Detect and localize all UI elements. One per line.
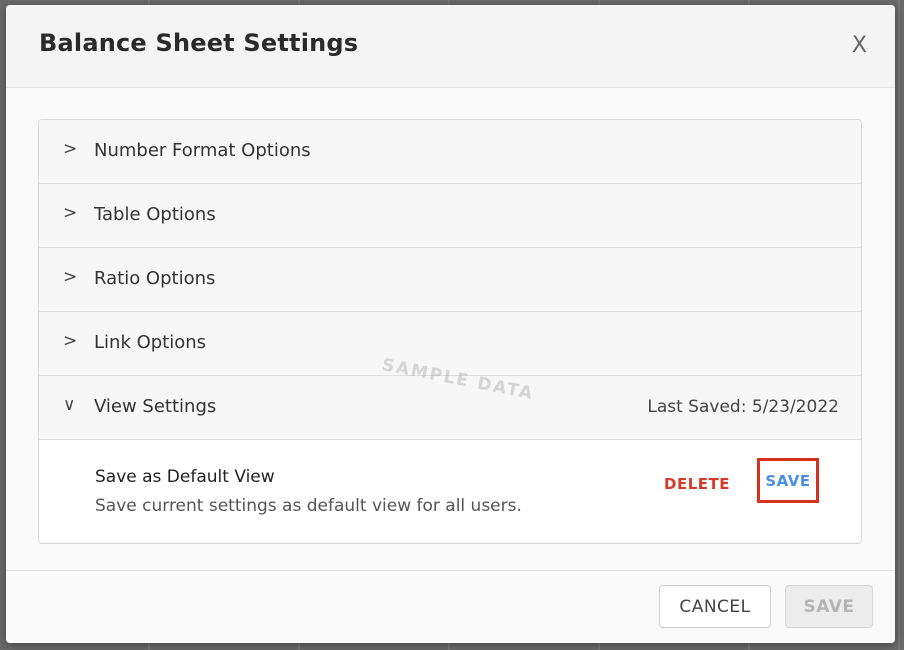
chevron-right-icon: > xyxy=(63,203,78,223)
dialog-header: Balance Sheet Settings X xyxy=(6,5,895,88)
chevron-right-icon: > xyxy=(63,139,78,159)
accordion-label: View Settings xyxy=(94,396,217,417)
accordion-label: Table Options xyxy=(94,204,216,225)
accordion-table-options[interactable]: > Table Options xyxy=(39,184,861,248)
default-view-description: Save current settings as default view fo… xyxy=(95,496,522,516)
delete-default-view-button[interactable]: DELETE xyxy=(664,475,730,493)
accordion-label: Link Options xyxy=(94,332,207,353)
chevron-right-icon: > xyxy=(63,331,78,351)
save-default-view-button[interactable]: SAVE xyxy=(757,458,819,503)
chevron-down-icon: ∨ xyxy=(63,395,76,415)
save-button[interactable]: SAVE xyxy=(785,585,873,628)
accordion-label: Ratio Options xyxy=(94,268,216,289)
accordion-link-options[interactable]: > Link Options xyxy=(39,312,861,376)
last-saved-text: Last Saved: 5/23/2022 xyxy=(647,397,839,417)
accordion-label: Number Format Options xyxy=(94,140,311,161)
accordion-ratio-options[interactable]: > Ratio Options xyxy=(39,248,861,312)
chevron-right-icon: > xyxy=(63,267,78,287)
settings-accordion: > Number Format Options > Table Options … xyxy=(38,119,862,544)
settings-dialog: Balance Sheet Settings X > Number Format… xyxy=(6,5,895,643)
default-view-title: Save as Default View xyxy=(95,467,275,487)
dialog-footer: CANCEL SAVE xyxy=(6,570,895,643)
dialog-title: Balance Sheet Settings xyxy=(39,29,359,57)
accordion-view-settings[interactable]: ∨ View Settings Last Saved: 5/23/2022 xyxy=(39,376,861,440)
view-settings-panel: Save as Default View Save current settin… xyxy=(39,440,861,542)
close-icon[interactable]: X xyxy=(852,33,867,58)
accordion-number-format[interactable]: > Number Format Options xyxy=(39,120,861,184)
cancel-button[interactable]: CANCEL xyxy=(659,585,771,628)
